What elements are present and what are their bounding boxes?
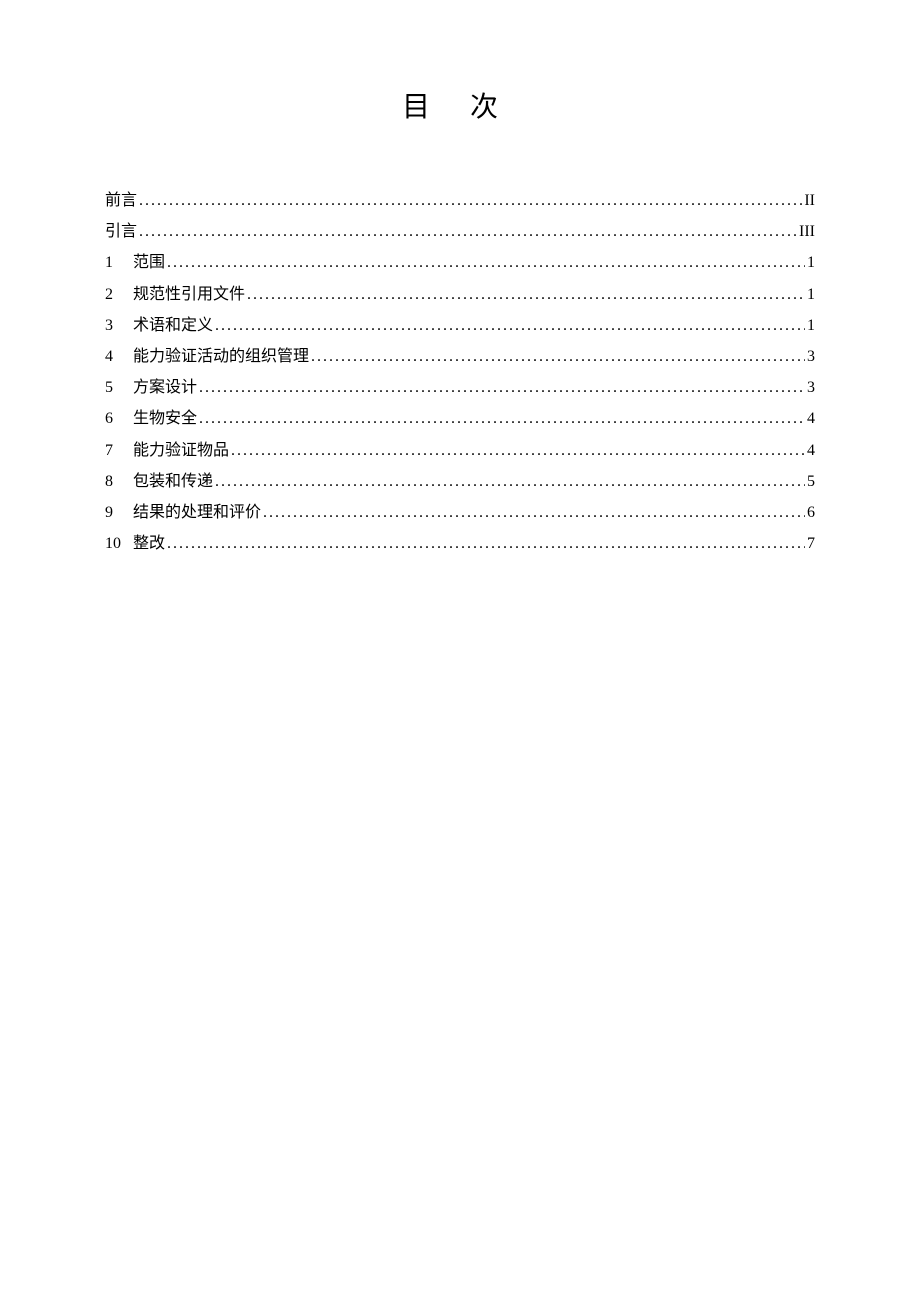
toc-entry: 3 术语和定义 1 (105, 310, 815, 341)
toc-entry: 9 结果的处理和评价 6 (105, 497, 815, 528)
toc-number: 9 (105, 497, 123, 528)
toc-dots (167, 247, 805, 278)
toc-number: 4 (105, 341, 123, 372)
toc-entry: 7 能力验证物品 4 (105, 435, 815, 466)
toc-page: 1 (807, 247, 815, 278)
toc-label: 能力验证物品 (133, 435, 229, 466)
toc-label: 引言 (105, 216, 137, 247)
toc-dots (263, 497, 805, 528)
toc-number: 1 (105, 247, 123, 278)
toc-number: 3 (105, 310, 123, 341)
toc-number: 6 (105, 403, 123, 434)
toc-page: 3 (807, 341, 815, 372)
toc-dots (247, 279, 805, 310)
toc-label: 前言 (105, 185, 137, 216)
toc-dots (139, 185, 802, 216)
toc-dots (215, 466, 805, 497)
toc-label: 术语和定义 (133, 310, 213, 341)
toc-label: 生物安全 (133, 403, 197, 434)
toc-entry: 10 整改 7 (105, 528, 815, 559)
toc-label: 整改 (133, 528, 165, 559)
table-of-contents: 前言 II 引言 III 1 范围 1 2 规范性引用文件 1 3 术语和定义 … (105, 185, 815, 559)
toc-entry: 8 包装和传递 5 (105, 466, 815, 497)
toc-page: 5 (807, 466, 815, 497)
toc-page: 3 (807, 372, 815, 403)
toc-dots (199, 403, 805, 434)
toc-page: 4 (807, 403, 815, 434)
toc-dots (311, 341, 805, 372)
toc-page: 1 (807, 279, 815, 310)
toc-entry: 6 生物安全 4 (105, 403, 815, 434)
toc-entry: 前言 II (105, 185, 815, 216)
toc-number: 8 (105, 466, 123, 497)
toc-label: 范围 (133, 247, 165, 278)
toc-dots (199, 372, 805, 403)
toc-dots (139, 216, 797, 247)
toc-number: 10 (105, 528, 123, 559)
toc-dots (215, 310, 805, 341)
toc-number: 2 (105, 279, 123, 310)
toc-dots (231, 435, 805, 466)
toc-entry: 2 规范性引用文件 1 (105, 279, 815, 310)
toc-dots (167, 528, 805, 559)
toc-entry: 1 范围 1 (105, 247, 815, 278)
toc-entry: 5 方案设计 3 (105, 372, 815, 403)
page-title: 目次 (105, 85, 815, 125)
toc-page: 4 (807, 435, 815, 466)
toc-number: 5 (105, 372, 123, 403)
toc-entry: 引言 III (105, 216, 815, 247)
toc-page: 1 (807, 310, 815, 341)
toc-label: 方案设计 (133, 372, 197, 403)
toc-number: 7 (105, 435, 123, 466)
toc-page: 6 (807, 497, 815, 528)
toc-label: 规范性引用文件 (133, 279, 245, 310)
toc-label: 结果的处理和评价 (133, 497, 261, 528)
toc-page: 7 (807, 528, 815, 559)
toc-page: III (799, 216, 815, 247)
toc-label: 能力验证活动的组织管理 (133, 341, 309, 372)
toc-page: II (804, 185, 815, 216)
toc-label: 包装和传递 (133, 466, 213, 497)
toc-entry: 4 能力验证活动的组织管理 3 (105, 341, 815, 372)
